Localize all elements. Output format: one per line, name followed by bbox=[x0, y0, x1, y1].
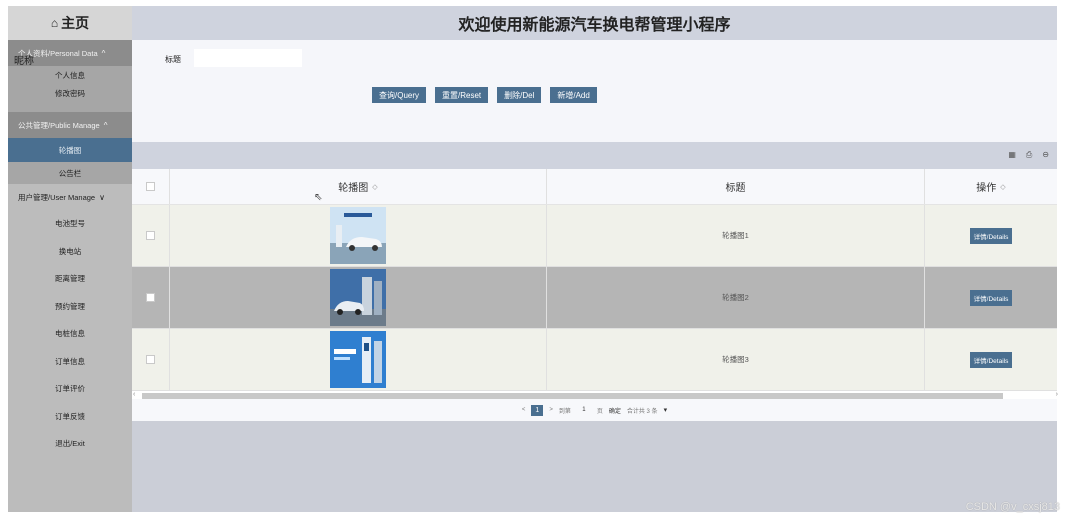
grid-icon[interactable]: ▦ bbox=[1008, 150, 1016, 160]
header-image-label: 轮播图 bbox=[338, 183, 369, 194]
search-panel: 标题 查询/Query 重置/Reset 删除/Del 新增/Add bbox=[132, 40, 1057, 142]
carousel-thumbnail bbox=[330, 207, 386, 264]
sidebar: ⌂ 主页 个人资料/Personal Data ^ 昵称 个人信息 修改密码 公… bbox=[8, 6, 132, 512]
carousel-thumbnail bbox=[330, 331, 386, 388]
details-button[interactable]: 详情/Details bbox=[969, 351, 1013, 368]
page-unit: 页 bbox=[596, 408, 603, 415]
pagination: < 1 > 到第 1 页 确定 合计共 3 条 ▾ bbox=[132, 399, 1057, 421]
prev-page-button[interactable]: < bbox=[522, 407, 526, 413]
sidebar-item-distance[interactable]: 距离管理 bbox=[8, 265, 132, 293]
scroll-left-icon[interactable]: ‹ bbox=[133, 391, 135, 398]
row-title: 轮播图3 bbox=[547, 329, 925, 390]
sidebar-item-pile[interactable]: 电桩信息 bbox=[8, 320, 132, 348]
sort-icon: ◇ bbox=[372, 183, 378, 191]
chevron-up-icon: ^ bbox=[103, 120, 108, 130]
home-icon: ⌂ bbox=[50, 16, 59, 30]
sidebar-group-label: 用户管理/User Manage bbox=[18, 192, 96, 202]
row-title: 轮播图1 bbox=[547, 205, 925, 266]
sidebar-group-user[interactable]: 用户管理/User Manage ∨ bbox=[8, 184, 132, 210]
sidebar-spacer bbox=[8, 102, 132, 112]
sidebar-item-orders[interactable]: 订单信息 bbox=[8, 347, 132, 375]
header-op[interactable]: 操作 ◇ bbox=[925, 169, 1057, 204]
query-button[interactable]: 查询/Query bbox=[372, 87, 427, 103]
table-header: 轮播图 ◇ 标题 操作 ◇ bbox=[132, 169, 1057, 205]
watermark: CSDN @v_cxsj813 bbox=[965, 501, 1060, 513]
sidebar-item-feedback[interactable]: 订单反馈 bbox=[8, 402, 132, 430]
details-button[interactable]: 详情/Details bbox=[969, 289, 1013, 306]
current-page[interactable]: 1 bbox=[531, 404, 544, 416]
content-footer bbox=[132, 421, 1057, 512]
header-title: 标题 bbox=[547, 169, 925, 204]
row-checkbox[interactable] bbox=[146, 231, 155, 240]
sidebar-item-personal-info[interactable]: 个人信息 bbox=[8, 66, 132, 84]
header-image[interactable]: 轮播图 ◇ bbox=[170, 169, 547, 204]
header-op-label: 操作 bbox=[976, 183, 997, 194]
sidebar-item-exit[interactable]: 退出/Exit bbox=[8, 430, 132, 458]
export-icon[interactable]: ⊖ bbox=[1042, 150, 1049, 160]
goto-confirm-button[interactable]: 确定 bbox=[609, 406, 621, 415]
delete-button[interactable]: 删除/Del bbox=[497, 87, 542, 103]
table-toolbar: ▦ ⎙ ⊖ bbox=[132, 142, 1057, 169]
add-button[interactable]: 新增/Add bbox=[550, 87, 597, 103]
table-row: 轮播图2 详情/Details bbox=[132, 267, 1057, 329]
chevron-up-icon: ^ bbox=[101, 48, 106, 58]
row-title: 轮播图2 bbox=[547, 267, 925, 328]
goto-page-input[interactable]: 1 bbox=[577, 407, 591, 413]
table-row: 轮播图1 详情/Details bbox=[132, 205, 1057, 267]
sidebar-item-change-password[interactable]: 修改密码 bbox=[8, 84, 132, 102]
reset-button[interactable]: 重置/Reset bbox=[435, 87, 489, 103]
data-table: 轮播图 ◇ 标题 操作 ◇ 轮播图1 详情/Details 轮播图2 详情/De… bbox=[132, 169, 1058, 401]
home-label: 主页 bbox=[61, 15, 90, 31]
search-input[interactable] bbox=[194, 49, 302, 67]
search-label: 标题 bbox=[165, 55, 181, 64]
sort-icon: ◇ bbox=[1000, 183, 1006, 191]
total-count: 合计共 3 条 bbox=[626, 408, 658, 415]
sidebar-item-reservation[interactable]: 预约管理 bbox=[8, 292, 132, 320]
next-page-button[interactable]: > bbox=[549, 407, 553, 413]
sidebar-item-station[interactable]: 换电站 bbox=[8, 237, 132, 265]
chevron-down-icon: ∨ bbox=[99, 192, 105, 202]
action-buttons: 查询/Query 重置/Reset 删除/Del 新增/Add bbox=[372, 87, 597, 103]
sidebar-item-carousel[interactable]: 轮播图 bbox=[8, 138, 132, 162]
sidebar-item-battery[interactable]: 电池型号 bbox=[8, 210, 132, 238]
print-icon[interactable]: ⎙ bbox=[1026, 150, 1032, 160]
page-size-select[interactable]: ▾ bbox=[664, 406, 668, 414]
row-checkbox[interactable] bbox=[146, 293, 155, 302]
sidebar-item-reviews[interactable]: 订单评价 bbox=[8, 375, 132, 403]
cursor-icon: ⇖ bbox=[314, 192, 323, 203]
goto-label: 到第 bbox=[558, 408, 571, 415]
scroll-right-icon[interactable]: › bbox=[1056, 391, 1058, 398]
sidebar-item-notice[interactable]: 公告栏 bbox=[8, 162, 132, 184]
nickname-label: 昵称 bbox=[14, 56, 34, 67]
sidebar-group-public[interactable]: 公共管理/Public Manage ^ bbox=[8, 112, 132, 138]
table-row: 轮播图3 详情/Details bbox=[132, 329, 1057, 391]
page-title: 欢迎使用新能源汽车换电帮管理小程序 bbox=[132, 6, 1057, 40]
sidebar-home[interactable]: ⌂ 主页 bbox=[8, 6, 132, 40]
select-all-checkbox[interactable] bbox=[146, 182, 155, 191]
row-checkbox[interactable] bbox=[146, 355, 155, 364]
carousel-thumbnail bbox=[330, 269, 386, 326]
sidebar-group-label: 公共管理/Public Manage bbox=[18, 120, 100, 130]
sidebar-group-personal[interactable]: 个人资料/Personal Data ^ 昵称 bbox=[8, 40, 132, 67]
details-button[interactable]: 详情/Details bbox=[969, 227, 1013, 244]
